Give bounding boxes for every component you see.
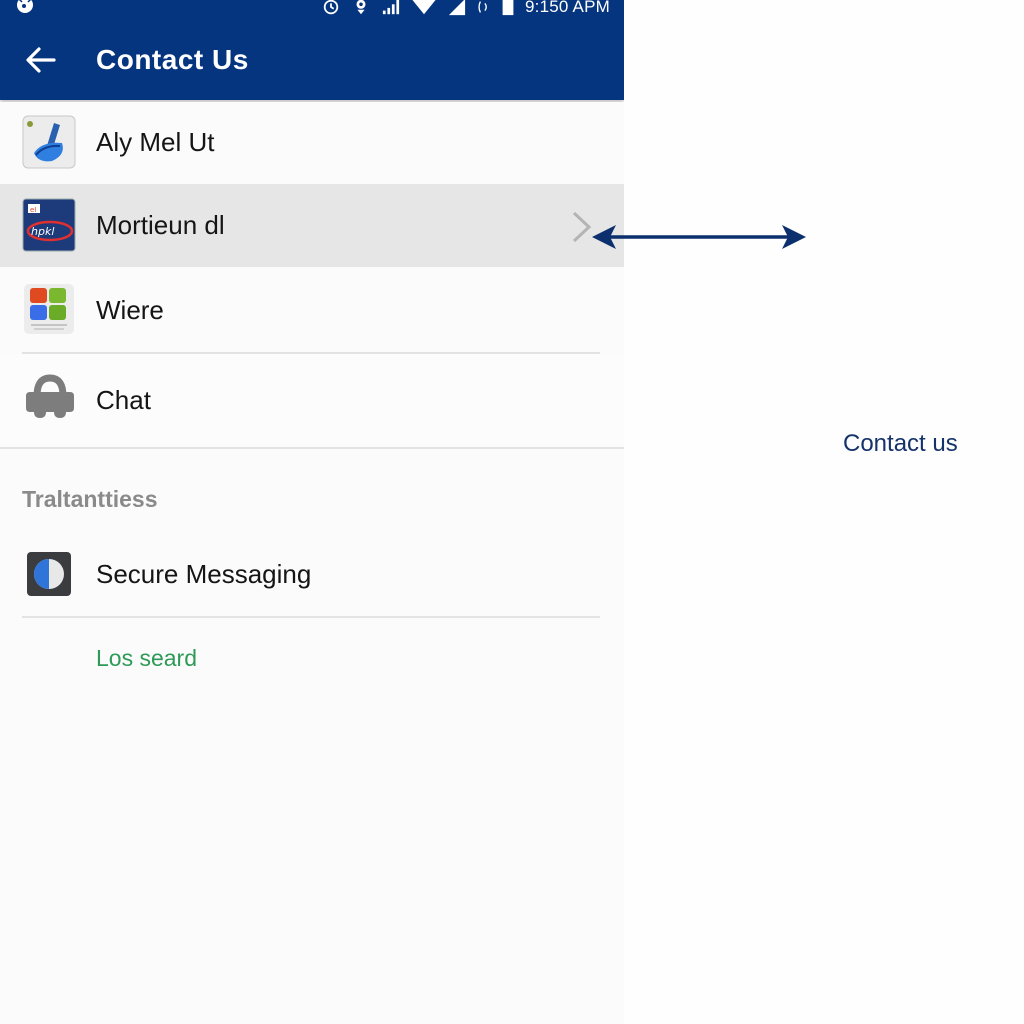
divider — [22, 616, 600, 618]
status-bar: 9:150 APM — [0, 0, 624, 20]
annotation-pane — [624, 0, 1024, 1024]
location-icon — [356, 0, 366, 15]
list-item-label: Chat — [96, 385, 151, 415]
list-item-mortieun-dl[interactable]: eI hpkl Mortieun dl — [0, 184, 624, 267]
app-bar: 9:150 APM Contact Us — [0, 0, 624, 100]
brand-badge-icon: eI hpkl — [22, 198, 76, 252]
list-item-label: Mortieun dl — [96, 210, 225, 240]
color-grid-icon — [24, 284, 74, 334]
svg-text:hpkl: hpkl — [31, 225, 54, 238]
battery-icon — [502, 0, 514, 16]
green-link[interactable]: Los seard — [96, 645, 197, 672]
half-circle-icon — [27, 552, 71, 596]
divider — [0, 447, 624, 449]
contact-us-label[interactable]: Contact us — [843, 430, 958, 458]
chat-bubble-icon — [26, 374, 74, 418]
list-item-label: Wiere — [96, 295, 164, 325]
status-icons: 9:150 APM — [321, 0, 610, 17]
signal-bars-icon — [382, 0, 400, 15]
cell-signal-icon — [448, 0, 466, 16]
wifi-icon — [412, 0, 436, 15]
double-headed-arrow-icon — [592, 225, 806, 249]
section-header: Traltanttiess — [22, 486, 158, 512]
arrow-left-icon[interactable] — [24, 44, 58, 76]
status-time: 9:150 APM — [525, 0, 610, 16]
svg-text:eI: eI — [30, 206, 36, 214]
list-item-aly-mel-ut[interactable]: Aly Mel Ut — [0, 102, 624, 184]
page-title: Contact Us — [96, 44, 249, 75]
notification-icon — [17, 0, 33, 13]
list-item-secure-messaging[interactable]: Secure Messaging — [0, 530, 624, 616]
list-item-label: Aly Mel Ut — [96, 127, 215, 157]
app-logo-blue-icon — [22, 115, 76, 169]
alarm-icon — [323, 0, 339, 15]
vibrate-icon — [478, 1, 487, 13]
list-item-wiere[interactable]: Wiere — [0, 268, 624, 352]
list-item-label: Secure Messaging — [96, 559, 312, 589]
phone-screen: 9:150 APM Contact Us Aly Mel Ut eI hpkl … — [0, 0, 624, 1024]
list-item-chat[interactable]: Chat — [0, 354, 624, 447]
